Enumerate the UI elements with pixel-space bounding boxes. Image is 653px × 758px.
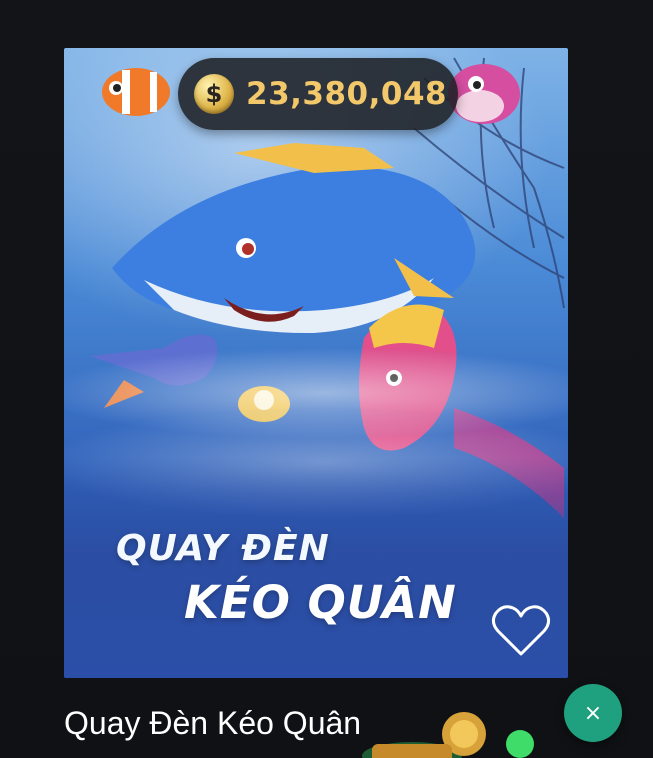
dollar-coin-icon: $ <box>194 74 234 114</box>
game-title: Quay Đèn Kéo Quân <box>64 705 362 741</box>
treasure-decoration <box>362 712 534 758</box>
clownfish <box>102 68 170 116</box>
balance-display: $ 23,380,048 <box>178 58 458 130</box>
game-banner-image[interactable]: QUAY ĐÈN KÉO QUÂN <box>64 48 568 678</box>
currency-symbol: $ <box>205 80 223 108</box>
heart-outline-icon[interactable] <box>488 598 554 664</box>
balance-amount: 23,380,048 <box>246 76 448 112</box>
banner-title-line2: KÉO QUÂN <box>184 576 457 629</box>
pufferfish <box>448 64 520 124</box>
game-detail-screen: QUAY ĐÈN KÉO QUÂN $ 23,380,048 Quay Đèn … <box>0 0 653 758</box>
close-button[interactable]: × <box>564 684 622 742</box>
close-icon: × <box>583 700 603 726</box>
banner-title-line1: QUAY ĐÈN <box>116 528 330 569</box>
